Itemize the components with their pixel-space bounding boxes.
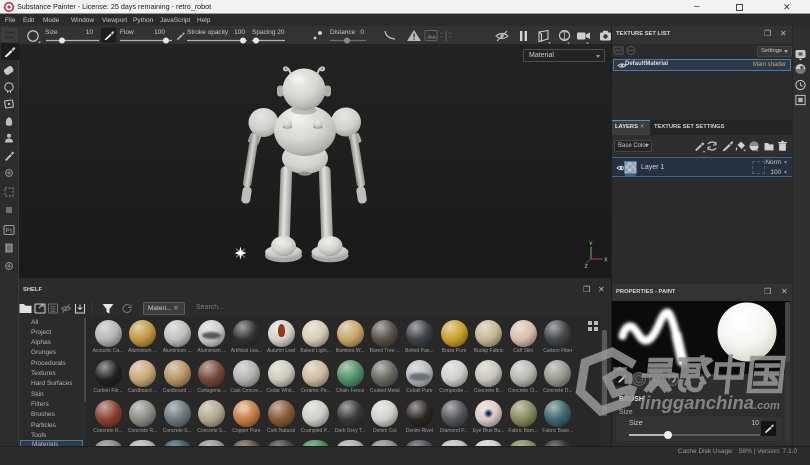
svg-text:X: X — [604, 258, 608, 264]
svg-text:10: 10 — [86, 29, 94, 36]
svg-text:100: 100 — [154, 29, 165, 36]
svg-text:100: 100 — [234, 29, 245, 36]
svg-text:Z: Z — [585, 264, 589, 270]
svg-text:Size: Size — [45, 29, 58, 36]
svg-text:Distance: Distance — [330, 29, 356, 36]
svg-text:Spacing: Spacing — [252, 29, 276, 36]
svg-text:0: 0 — [360, 29, 364, 36]
svg-text:Ps: Ps — [5, 229, 12, 235]
svg-text:Flow: Flow — [120, 29, 134, 36]
svg-text:20: 20 — [277, 29, 285, 36]
svg-text:Stroke opacity: Stroke opacity — [187, 29, 229, 36]
svg-text:Y: Y — [589, 242, 593, 248]
